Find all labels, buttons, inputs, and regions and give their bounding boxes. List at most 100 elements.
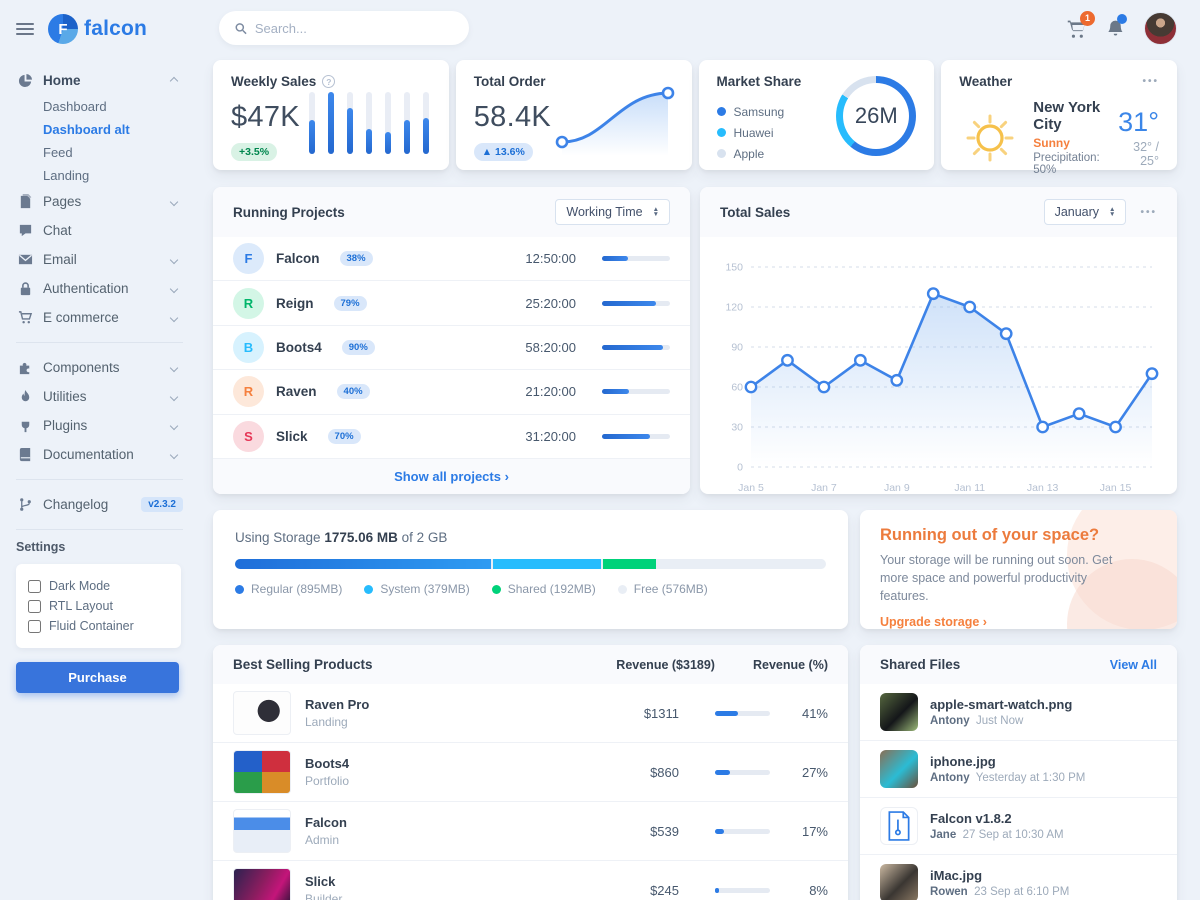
settings-card: Dark ModeRTL LayoutFluid Container xyxy=(16,564,181,648)
project-avatar: S xyxy=(233,421,264,452)
info-icon[interactable]: ? xyxy=(322,75,335,88)
storage-segment xyxy=(493,559,600,569)
product-revenue: $245 xyxy=(609,883,679,898)
purchase-button[interactable]: Purchase xyxy=(16,662,179,693)
shared-files-card: Shared Files View All apple-smart-watch.… xyxy=(860,645,1177,900)
product-thumbnail xyxy=(233,750,291,794)
file-name[interactable]: Falcon v1.8.2 xyxy=(930,811,1064,826)
project-name[interactable]: Falcon xyxy=(276,251,320,266)
checkbox-label: Dark Mode xyxy=(49,579,110,593)
search-box[interactable] xyxy=(219,11,469,45)
hamburger-menu-icon[interactable] xyxy=(16,20,34,38)
product-revenue-pct: 8% xyxy=(792,883,828,898)
sidebar-item-pages[interactable]: Pages xyxy=(16,187,197,216)
file-name[interactable]: apple-smart-watch.png xyxy=(930,697,1072,712)
sidebar-item-e-commerce[interactable]: E commerce xyxy=(16,303,197,332)
weather-menu-icon[interactable]: ••• xyxy=(1142,76,1159,87)
sidebar-item-label: E commerce xyxy=(43,310,161,325)
weekly-sales-bar-chart xyxy=(309,92,429,154)
file-row-apple-smart-watch-png: apple-smart-watch.png Antony Just Now xyxy=(860,684,1177,741)
sidebar-item-dashboard[interactable]: Dashboard xyxy=(16,95,197,118)
product-revenue: $860 xyxy=(609,765,679,780)
sidebar-divider xyxy=(16,479,183,480)
working-time-select[interactable]: Working Time ▲▼ xyxy=(555,199,670,225)
month-select-value: January xyxy=(1055,205,1099,219)
product-name[interactable]: Boots4 xyxy=(305,756,349,771)
market-share-total: 26M xyxy=(836,76,916,156)
project-name[interactable]: Reign xyxy=(276,296,314,311)
file-meta: Antony Just Now xyxy=(930,715,1072,727)
sidebar-item-components[interactable]: Components xyxy=(16,353,197,382)
legend-dot-icon xyxy=(235,585,244,594)
legend-dot-icon xyxy=(492,585,501,594)
market-share-title: Market Share xyxy=(717,74,802,89)
product-category: Admin xyxy=(305,833,347,847)
product-category: Builder xyxy=(305,892,342,900)
file-name[interactable]: iMac.jpg xyxy=(930,868,1069,883)
svg-text:120: 120 xyxy=(725,302,743,314)
sidebar-item-label: Chat xyxy=(43,223,183,238)
storage-legend-label: Shared (192MB) xyxy=(508,582,596,596)
svg-text:90: 90 xyxy=(731,342,743,354)
project-name[interactable]: Boots4 xyxy=(276,340,322,355)
chart-pie-icon xyxy=(18,73,33,88)
sidebar-item-chat[interactable]: Chat xyxy=(16,216,197,245)
sidebar-item-feed[interactable]: Feed xyxy=(16,141,197,164)
project-percent-badge: 90% xyxy=(342,340,375,355)
notifications-button[interactable] xyxy=(1105,18,1126,39)
sidebar-item-documentation[interactable]: Documentation xyxy=(16,440,197,469)
select-arrows-icon: ▲▼ xyxy=(1109,207,1115,217)
product-name[interactable]: Slick xyxy=(305,874,342,889)
sidebar-item-home[interactable]: Home xyxy=(16,66,197,95)
project-percent-badge: 70% xyxy=(328,429,361,444)
file-meta: Rowen 23 Sep at 6:10 PM xyxy=(930,886,1069,898)
project-avatar: R xyxy=(233,288,264,319)
product-row-boots4: Boots4Portfolio$86027% xyxy=(213,743,848,802)
svg-text:150: 150 xyxy=(725,262,743,274)
email-icon xyxy=(18,252,33,267)
product-row-raven-pro: Raven ProLanding$131141% xyxy=(213,684,848,743)
month-select[interactable]: January ▲▼ xyxy=(1044,199,1127,225)
project-time: 58:20:00 xyxy=(525,340,576,355)
sidebar-item-landing[interactable]: Landing xyxy=(16,164,197,187)
sidebar-item-label: Email xyxy=(43,252,161,267)
legend-dot-icon xyxy=(717,107,726,116)
checkbox-dark-mode[interactable] xyxy=(28,580,41,593)
file-name[interactable]: iphone.jpg xyxy=(930,754,1085,769)
project-percent-badge: 40% xyxy=(337,384,370,399)
product-name[interactable]: Falcon xyxy=(305,815,347,830)
weather-title: Weather xyxy=(959,74,1012,89)
sidebar-item-utilities[interactable]: Utilities xyxy=(16,382,197,411)
sidebar-item-authentication[interactable]: Authentication xyxy=(16,274,197,303)
svg-text:60: 60 xyxy=(731,382,743,394)
sidebar-item-label: Pages xyxy=(43,194,161,209)
weekly-sales-bar xyxy=(328,92,334,154)
total-sales-menu-icon[interactable]: ••• xyxy=(1140,207,1157,218)
product-name[interactable]: Raven Pro xyxy=(305,697,369,712)
total-sales-card: Total Sales January ▲▼ ••• 0306090120150… xyxy=(700,187,1177,494)
notification-dot xyxy=(1117,14,1127,24)
file-row-falcon-v1-8-2: Falcon v1.8.2Jane 27 Sep at 10:30 AM xyxy=(860,798,1177,855)
upgrade-storage-link[interactable]: Upgrade storage › xyxy=(880,615,987,629)
user-avatar[interactable] xyxy=(1144,12,1177,45)
checkbox-rtl-layout[interactable] xyxy=(28,600,41,613)
brand-logo[interactable]: falcon xyxy=(48,14,147,44)
sidebar-item-dashboard-alt[interactable]: Dashboard alt xyxy=(16,118,197,141)
show-all-projects-link[interactable]: Show all projects › xyxy=(213,459,690,494)
checkbox-fluid-container[interactable] xyxy=(28,620,41,633)
chevron-down-icon xyxy=(170,255,178,263)
sidebar-item-email[interactable]: Email xyxy=(16,245,197,274)
sidebar-item-label: Plugins xyxy=(43,418,161,433)
product-revenue-pct: 41% xyxy=(792,706,828,721)
sidebar-item-plugins[interactable]: Plugins xyxy=(16,411,197,440)
storage-legend-item: System (379MB) xyxy=(364,582,469,596)
cart-button[interactable]: 1 xyxy=(1066,18,1087,39)
sidebar-item-changelog[interactable]: Changelogv2.3.2 xyxy=(16,490,197,519)
project-name[interactable]: Slick xyxy=(276,429,308,444)
search-input[interactable] xyxy=(255,21,453,36)
project-name[interactable]: Raven xyxy=(276,384,317,399)
view-all-link[interactable]: View All xyxy=(1110,658,1157,672)
product-list: Raven ProLanding$131141%Boots4Portfolio$… xyxy=(213,684,848,900)
project-row-reign: RReign79%25:20:00 xyxy=(213,281,690,325)
market-share-card: Market Share SamsungHuaweiApple 26M xyxy=(699,60,935,170)
